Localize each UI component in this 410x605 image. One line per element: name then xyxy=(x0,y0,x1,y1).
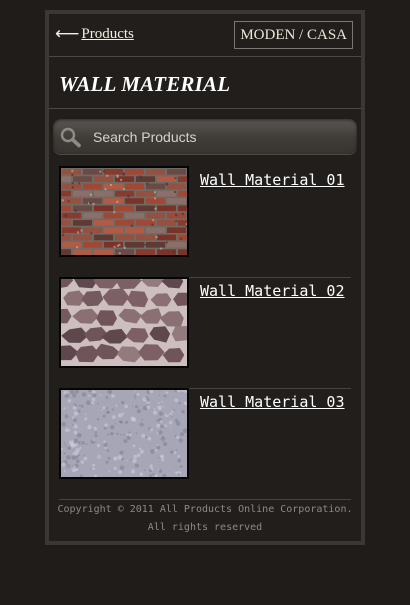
brand-logo[interactable]: MODEN / CASA xyxy=(234,21,353,49)
app-panel: ⟵ Products MODEN / CASA WALL MATERIAL Wa… xyxy=(49,14,361,541)
product-link[interactable]: Wall Material 03 xyxy=(200,393,345,411)
left-arrow-icon: ⟵ xyxy=(55,24,80,44)
copyright-text: Copyright © 2011 All Products Online Cor… xyxy=(57,504,353,515)
search-icon[interactable] xyxy=(53,119,93,154)
product-thumbnail[interactable] xyxy=(59,277,189,368)
top-bar: ⟵ Products MODEN / CASA xyxy=(49,14,361,57)
product-list-item[interactable]: Wall Material 01 xyxy=(59,166,351,278)
product-list-item[interactable]: Wall Material 03 xyxy=(59,388,351,500)
product-link[interactable]: Wall Material 02 xyxy=(200,282,345,300)
product-link[interactable]: Wall Material 01 xyxy=(200,171,345,189)
back-link-label: Products xyxy=(81,26,134,42)
search-input[interactable] xyxy=(93,128,343,145)
footer: Copyright © 2011 All Products Online Cor… xyxy=(49,501,361,537)
page-title: WALL MATERIAL xyxy=(59,72,231,96)
back-to-products-link[interactable]: ⟵ Products xyxy=(55,26,134,43)
divider xyxy=(49,108,361,109)
rights-text: All rights reserved xyxy=(147,522,263,533)
product-list-item[interactable]: Wall Material 02 xyxy=(59,277,351,389)
app-frame: ⟵ Products MODEN / CASA WALL MATERIAL Wa… xyxy=(45,10,365,545)
product-thumbnail[interactable] xyxy=(59,388,189,479)
product-thumbnail[interactable] xyxy=(59,166,189,257)
search-bar[interactable] xyxy=(53,119,357,154)
